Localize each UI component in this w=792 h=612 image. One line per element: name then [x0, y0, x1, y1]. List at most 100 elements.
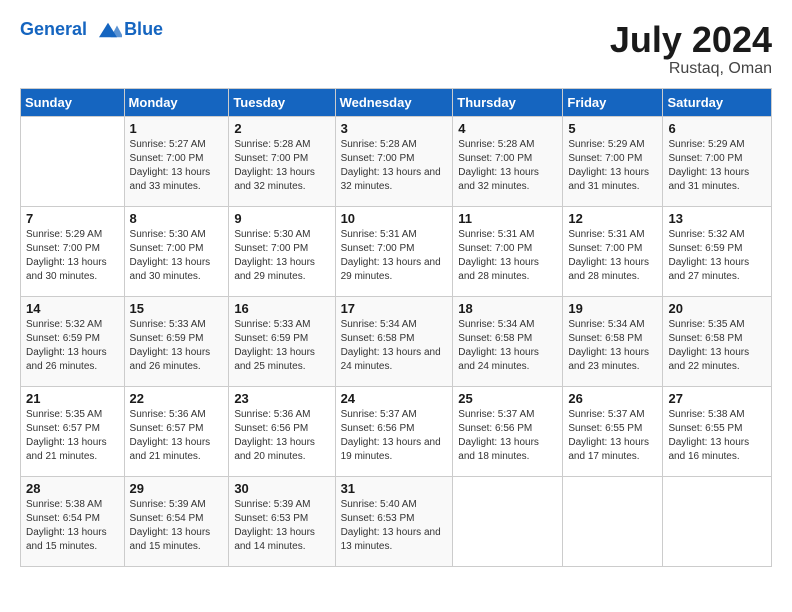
- day-number: 6: [668, 121, 766, 136]
- day-info: Sunrise: 5:33 AM Sunset: 6:59 PM Dayligh…: [234, 318, 329, 374]
- day-number: 25: [458, 391, 557, 406]
- calendar-body: 1 Sunrise: 5:27 AM Sunset: 7:00 PM Dayli…: [21, 116, 772, 566]
- day-info: Sunrise: 5:30 AM Sunset: 7:00 PM Dayligh…: [130, 228, 224, 284]
- day-info: Sunrise: 5:36 AM Sunset: 6:57 PM Dayligh…: [130, 408, 224, 464]
- weekday-header-cell: Monday: [124, 88, 229, 116]
- day-number: 10: [341, 211, 448, 226]
- day-info: Sunrise: 5:29 AM Sunset: 7:00 PM Dayligh…: [568, 138, 657, 194]
- calendar-cell: 2 Sunrise: 5:28 AM Sunset: 7:00 PM Dayli…: [229, 116, 335, 206]
- day-number: 2: [234, 121, 329, 136]
- calendar-cell: 14 Sunrise: 5:32 AM Sunset: 6:59 PM Dayl…: [21, 296, 125, 386]
- calendar-cell: 9 Sunrise: 5:30 AM Sunset: 7:00 PM Dayli…: [229, 206, 335, 296]
- day-number: 20: [668, 301, 766, 316]
- day-number: 27: [668, 391, 766, 406]
- weekday-header-cell: Saturday: [663, 88, 772, 116]
- calendar-week-row: 1 Sunrise: 5:27 AM Sunset: 7:00 PM Dayli…: [21, 116, 772, 206]
- day-info: Sunrise: 5:32 AM Sunset: 6:59 PM Dayligh…: [668, 228, 766, 284]
- day-info: Sunrise: 5:33 AM Sunset: 6:59 PM Dayligh…: [130, 318, 224, 374]
- day-info: Sunrise: 5:30 AM Sunset: 7:00 PM Dayligh…: [234, 228, 329, 284]
- weekday-header-cell: Thursday: [453, 88, 563, 116]
- weekday-header-cell: Friday: [563, 88, 663, 116]
- day-info: Sunrise: 5:37 AM Sunset: 6:56 PM Dayligh…: [341, 408, 448, 464]
- day-number: 28: [26, 481, 119, 496]
- day-number: 18: [458, 301, 557, 316]
- weekday-header-cell: Tuesday: [229, 88, 335, 116]
- day-info: Sunrise: 5:37 AM Sunset: 6:56 PM Dayligh…: [458, 408, 557, 464]
- calendar-cell: 29 Sunrise: 5:39 AM Sunset: 6:54 PM Dayl…: [124, 476, 229, 566]
- calendar-cell: 18 Sunrise: 5:34 AM Sunset: 6:58 PM Dayl…: [453, 296, 563, 386]
- day-info: Sunrise: 5:35 AM Sunset: 6:58 PM Dayligh…: [668, 318, 766, 374]
- logo: General Blue: [20, 20, 163, 40]
- calendar-cell: 31 Sunrise: 5:40 AM Sunset: 6:53 PM Dayl…: [335, 476, 453, 566]
- day-number: 26: [568, 391, 657, 406]
- calendar-cell: 30 Sunrise: 5:39 AM Sunset: 6:53 PM Dayl…: [229, 476, 335, 566]
- calendar-cell: 19 Sunrise: 5:34 AM Sunset: 6:58 PM Dayl…: [563, 296, 663, 386]
- calendar-week-row: 7 Sunrise: 5:29 AM Sunset: 7:00 PM Dayli…: [21, 206, 772, 296]
- calendar-week-row: 14 Sunrise: 5:32 AM Sunset: 6:59 PM Dayl…: [21, 296, 772, 386]
- day-info: Sunrise: 5:36 AM Sunset: 6:56 PM Dayligh…: [234, 408, 329, 464]
- day-number: 17: [341, 301, 448, 316]
- day-info: Sunrise: 5:27 AM Sunset: 7:00 PM Dayligh…: [130, 138, 224, 194]
- calendar-cell: [663, 476, 772, 566]
- day-info: Sunrise: 5:29 AM Sunset: 7:00 PM Dayligh…: [26, 228, 119, 284]
- calendar-cell: 1 Sunrise: 5:27 AM Sunset: 7:00 PM Dayli…: [124, 116, 229, 206]
- day-info: Sunrise: 5:39 AM Sunset: 6:53 PM Dayligh…: [234, 498, 329, 554]
- calendar-cell: 10 Sunrise: 5:31 AM Sunset: 7:00 PM Dayl…: [335, 206, 453, 296]
- day-info: Sunrise: 5:32 AM Sunset: 6:59 PM Dayligh…: [26, 318, 119, 374]
- day-info: Sunrise: 5:34 AM Sunset: 6:58 PM Dayligh…: [568, 318, 657, 374]
- calendar-cell: 25 Sunrise: 5:37 AM Sunset: 6:56 PM Dayl…: [453, 386, 563, 476]
- day-info: Sunrise: 5:39 AM Sunset: 6:54 PM Dayligh…: [130, 498, 224, 554]
- location: Rustaq, Oman: [610, 60, 772, 78]
- day-number: 11: [458, 211, 557, 226]
- day-info: Sunrise: 5:31 AM Sunset: 7:00 PM Dayligh…: [341, 228, 448, 284]
- calendar-cell: 27 Sunrise: 5:38 AM Sunset: 6:55 PM Dayl…: [663, 386, 772, 476]
- calendar-cell: [21, 116, 125, 206]
- day-number: 4: [458, 121, 557, 136]
- calendar-cell: 6 Sunrise: 5:29 AM Sunset: 7:00 PM Dayli…: [663, 116, 772, 206]
- day-number: 8: [130, 211, 224, 226]
- day-info: Sunrise: 5:34 AM Sunset: 6:58 PM Dayligh…: [341, 318, 448, 374]
- day-number: 1: [130, 121, 224, 136]
- day-number: 22: [130, 391, 224, 406]
- month-year: July 2024: [610, 20, 772, 60]
- weekday-header-cell: Wednesday: [335, 88, 453, 116]
- calendar-table: SundayMondayTuesdayWednesdayThursdayFrid…: [20, 88, 772, 567]
- day-info: Sunrise: 5:38 AM Sunset: 6:55 PM Dayligh…: [668, 408, 766, 464]
- calendar-cell: 24 Sunrise: 5:37 AM Sunset: 6:56 PM Dayl…: [335, 386, 453, 476]
- day-info: Sunrise: 5:28 AM Sunset: 7:00 PM Dayligh…: [458, 138, 557, 194]
- weekday-header-row: SundayMondayTuesdayWednesdayThursdayFrid…: [21, 88, 772, 116]
- day-number: 21: [26, 391, 119, 406]
- calendar-cell: 5 Sunrise: 5:29 AM Sunset: 7:00 PM Dayli…: [563, 116, 663, 206]
- calendar-cell: 23 Sunrise: 5:36 AM Sunset: 6:56 PM Dayl…: [229, 386, 335, 476]
- calendar-cell: 4 Sunrise: 5:28 AM Sunset: 7:00 PM Dayli…: [453, 116, 563, 206]
- day-info: Sunrise: 5:38 AM Sunset: 6:54 PM Dayligh…: [26, 498, 119, 554]
- day-number: 3: [341, 121, 448, 136]
- day-info: Sunrise: 5:31 AM Sunset: 7:00 PM Dayligh…: [458, 228, 557, 284]
- day-info: Sunrise: 5:35 AM Sunset: 6:57 PM Dayligh…: [26, 408, 119, 464]
- title-block: July 2024 Rustaq, Oman: [610, 20, 772, 78]
- day-number: 13: [668, 211, 766, 226]
- calendar-cell: 16 Sunrise: 5:33 AM Sunset: 6:59 PM Dayl…: [229, 296, 335, 386]
- day-number: 31: [341, 481, 448, 496]
- logo-icon: [94, 21, 122, 39]
- day-info: Sunrise: 5:29 AM Sunset: 7:00 PM Dayligh…: [668, 138, 766, 194]
- day-info: Sunrise: 5:34 AM Sunset: 6:58 PM Dayligh…: [458, 318, 557, 374]
- calendar-cell: 17 Sunrise: 5:34 AM Sunset: 6:58 PM Dayl…: [335, 296, 453, 386]
- calendar-cell: 12 Sunrise: 5:31 AM Sunset: 7:00 PM Dayl…: [563, 206, 663, 296]
- day-number: 9: [234, 211, 329, 226]
- calendar-week-row: 28 Sunrise: 5:38 AM Sunset: 6:54 PM Dayl…: [21, 476, 772, 566]
- calendar-cell: 28 Sunrise: 5:38 AM Sunset: 6:54 PM Dayl…: [21, 476, 125, 566]
- calendar-cell: 8 Sunrise: 5:30 AM Sunset: 7:00 PM Dayli…: [124, 206, 229, 296]
- calendar-cell: 11 Sunrise: 5:31 AM Sunset: 7:00 PM Dayl…: [453, 206, 563, 296]
- day-number: 14: [26, 301, 119, 316]
- calendar-cell: 3 Sunrise: 5:28 AM Sunset: 7:00 PM Dayli…: [335, 116, 453, 206]
- day-number: 16: [234, 301, 329, 316]
- day-number: 30: [234, 481, 329, 496]
- weekday-header-cell: Sunday: [21, 88, 125, 116]
- day-info: Sunrise: 5:31 AM Sunset: 7:00 PM Dayligh…: [568, 228, 657, 284]
- day-number: 24: [341, 391, 448, 406]
- calendar-cell: 21 Sunrise: 5:35 AM Sunset: 6:57 PM Dayl…: [21, 386, 125, 476]
- day-info: Sunrise: 5:28 AM Sunset: 7:00 PM Dayligh…: [234, 138, 329, 194]
- day-number: 19: [568, 301, 657, 316]
- calendar-cell: 7 Sunrise: 5:29 AM Sunset: 7:00 PM Dayli…: [21, 206, 125, 296]
